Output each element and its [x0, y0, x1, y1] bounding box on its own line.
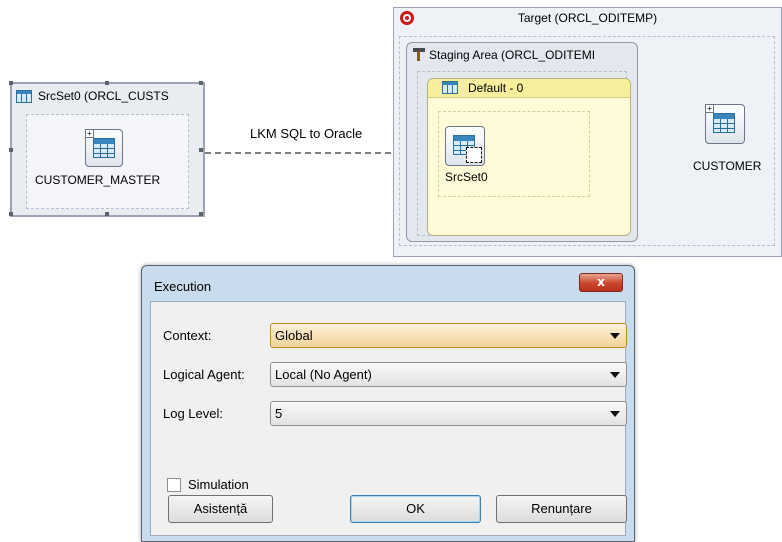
log-level-select[interactable]: 5 — [270, 401, 627, 426]
resize-handle-icon[interactable] — [199, 148, 203, 152]
target-title: Target (ORCL_ODITEMP) — [517, 11, 658, 25]
selection-marker-icon — [466, 147, 482, 163]
source-set-box[interactable]: SrcSet0 (ORCL_CUSTS + CUSTOMER_MASTER — [9, 81, 205, 217]
chevron-down-icon[interactable] — [610, 333, 620, 339]
context-label: Context: — [163, 328, 212, 343]
chevron-down-icon[interactable] — [610, 372, 620, 378]
help-button[interactable]: Asistență — [168, 495, 273, 523]
target-box[interactable]: Target (ORCL_ODITEMP) Staging Area (ORCL… — [393, 7, 782, 257]
expand-icon[interactable]: + — [705, 104, 714, 113]
srcset-node-icon[interactable] — [445, 126, 485, 166]
context-select[interactable]: Global — [270, 323, 627, 348]
staging-area-title: Staging Area (ORCL_ODITEMI — [429, 48, 596, 62]
execution-dialog[interactable]: Execution x Context: Global Logical Agen… — [141, 265, 635, 542]
resize-handle-icon[interactable] — [9, 212, 13, 216]
cancel-button[interactable]: Renunțare — [496, 495, 627, 523]
chevron-down-icon[interactable] — [610, 411, 620, 417]
source-set-title: SrcSet0 (ORCL_CUSTS — [38, 89, 169, 103]
resize-handle-icon[interactable] — [199, 81, 203, 85]
default-dataset-header: Default - 0 — [428, 79, 630, 98]
source-set-content: + CUSTOMER_MASTER — [26, 114, 189, 209]
lkm-mapping-label[interactable]: LKM SQL to Oracle — [250, 126, 362, 141]
resize-handle-icon[interactable] — [9, 148, 13, 152]
close-button[interactable]: x — [579, 273, 623, 292]
hammer-icon — [413, 48, 425, 61]
default-dataset-box[interactable]: Default - 0 SrcSet0 — [427, 78, 631, 236]
resize-handle-icon[interactable] — [105, 81, 109, 85]
dataset-icon — [442, 81, 458, 94]
default-dataset-content: SrcSet0 — [438, 111, 590, 197]
context-value: Global — [275, 328, 313, 343]
logical-agent-value: Local (No Agent) — [275, 367, 372, 382]
customer-master-label: CUSTOMER_MASTER — [35, 173, 161, 187]
resize-handle-icon[interactable] — [199, 212, 203, 216]
resize-handle-icon[interactable] — [105, 212, 109, 216]
simulation-checkbox[interactable] — [167, 478, 181, 492]
default-dataset-title: Default - 0 — [468, 81, 524, 95]
dialog-body: Context: Global Logical Agent: Local (No… — [150, 301, 627, 536]
srcset-node-label: SrcSet0 — [445, 170, 488, 184]
logical-agent-label: Logical Agent: — [163, 367, 245, 382]
customer-node-label: CUSTOMER — [693, 159, 762, 173]
logical-agent-select[interactable]: Local (No Agent) — [270, 362, 627, 387]
ok-button[interactable]: OK — [350, 495, 481, 523]
expand-icon[interactable]: + — [85, 129, 94, 138]
simulation-label[interactable]: Simulation — [188, 477, 249, 492]
log-level-value: 5 — [275, 406, 283, 421]
source-set-header: SrcSet0 (ORCL_CUSTS — [16, 87, 202, 105]
log-level-label: Log Level: — [163, 406, 223, 421]
resize-handle-icon[interactable] — [9, 81, 13, 85]
datastore-icon — [16, 90, 32, 103]
dialog-title: Execution — [154, 279, 212, 294]
